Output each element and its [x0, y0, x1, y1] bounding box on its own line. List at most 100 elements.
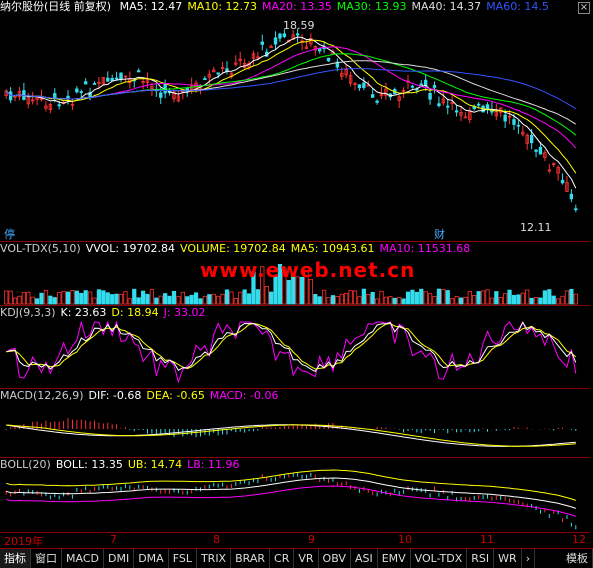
candle-body — [370, 94, 375, 98]
volume-bar — [12, 297, 18, 305]
macd-panel[interactable]: MACD(12,26,9) DIF: -0.68 DEA: -0.65 MACD: -… — [0, 388, 590, 457]
boll-legend-item: UB: 14.74 — [127, 458, 183, 471]
volume-bar — [560, 295, 565, 305]
volume-bar — [379, 290, 384, 305]
macd-legend-item: MACD: -0.06 — [209, 389, 279, 402]
candle-body — [410, 85, 415, 88]
volume-bar — [516, 294, 521, 305]
indicator-tab-bar[interactable]: 指标 窗口 MACD DMI DMA FSL TRIX BRAR CR VR OBV ASI EMV VO… — [0, 548, 593, 568]
volume-bar — [533, 297, 539, 305]
boll-legend-item: LB: 11.96 — [187, 458, 240, 471]
candle-body — [273, 37, 278, 45]
tab-wr[interactable]: WR — [494, 549, 522, 568]
candle-body — [529, 135, 534, 144]
volume-bar — [65, 291, 71, 305]
price-panel[interactable]: 纳尔股份(日线 前复权) MA5: 12.47 MA10: 12.73 MA20: … — [0, 0, 590, 242]
volume-bar — [556, 298, 561, 305]
tab-dmi[interactable]: DMI — [104, 549, 135, 568]
tab-dma[interactable]: DMA — [134, 549, 169, 568]
volume-bar — [185, 296, 190, 305]
tab-macd[interactable]: MACD — [62, 549, 104, 568]
volume-bar — [246, 293, 252, 305]
financial-report-marker[interactable]: 财 — [434, 226, 445, 242]
date-axis-label: 8 — [213, 533, 220, 546]
candle-body — [432, 85, 437, 88]
volume-bar — [242, 289, 247, 305]
volume-bar — [322, 289, 327, 305]
candle-body — [66, 95, 70, 99]
candle-body — [503, 114, 507, 122]
tab-指标[interactable]: 指标 — [0, 549, 31, 568]
volume-bar — [207, 294, 212, 305]
kdj-legend-item: D: 18.94 — [111, 306, 159, 319]
candle-body — [79, 91, 83, 93]
tab-asi[interactable]: ASI — [351, 549, 378, 568]
tab-rsi[interactable]: RSI — [467, 549, 495, 568]
vol-legend-item: VVOL: 19702.84 — [85, 242, 176, 255]
kdj-panel[interactable]: KDJ(9,3,3) K: 23.63 D: 18.94 J: 33.02 — [0, 305, 590, 388]
volume-bar — [348, 290, 353, 305]
volume-bar — [330, 295, 336, 305]
volume-bar — [463, 296, 468, 305]
vol-legend-item: VOL-TDX(5,10) — [0, 242, 81, 255]
kdj-legend-item: J: 33.02 — [163, 306, 206, 319]
tab-more[interactable]: › — [522, 549, 536, 568]
tab-vol-tdx[interactable]: VOL-TDX — [411, 549, 468, 568]
tab-窗口[interactable]: 窗口 — [31, 549, 62, 568]
kdj-legend-item: KDJ(9,3,3) — [0, 306, 56, 319]
tab-emv[interactable]: EMV — [378, 549, 411, 568]
macd-legend: MACD(12,26,9) DIF: -0.68 DEA: -0.65 MACD: -… — [0, 389, 283, 403]
ma-line — [5, 36, 577, 189]
candle-body — [295, 33, 300, 36]
candle-body — [326, 57, 331, 62]
volume-bar — [313, 294, 318, 305]
close-panel-icon[interactable]: × — [578, 2, 590, 14]
volume-bar — [149, 289, 155, 305]
volume-bar — [503, 293, 508, 305]
tab-brar[interactable]: BRAR — [231, 549, 271, 568]
volume-bar — [189, 294, 194, 305]
volume-bar — [476, 291, 481, 305]
candle-body — [574, 208, 578, 211]
candle-body — [278, 33, 282, 39]
candle-body — [83, 81, 88, 85]
volume-bar — [140, 290, 146, 305]
watermark-text: www.eweb.net.cn — [200, 258, 416, 282]
tab-cr[interactable]: CR — [270, 549, 295, 568]
volume-bar — [335, 296, 340, 305]
ma-line — [5, 39, 577, 174]
tab-模板[interactable]: 模板 — [562, 549, 593, 568]
volume-bar — [458, 297, 464, 305]
ma-legend: MA5: 12.47 MA10: 12.73 MA20: 13.35 MA30: 13… — [120, 0, 554, 13]
tab-trix[interactable]: TRIX — [197, 549, 232, 568]
candle-body — [437, 103, 441, 107]
candlestick-chart[interactable] — [0, 0, 590, 240]
tab-fsl[interactable]: FSL — [169, 549, 197, 568]
boll-panel[interactable]: BOLL(20) BOLL: 13.35 UB: 14.74 LB: 11.96 — [0, 457, 590, 533]
volume-bar — [211, 293, 216, 305]
tab-vr[interactable]: VR — [294, 549, 319, 568]
volume-bar — [171, 290, 177, 305]
volume-bar — [352, 290, 358, 305]
boll-mid-line — [6, 477, 576, 509]
volume-bar — [52, 297, 57, 305]
suspension-marker[interactable]: 停 — [4, 226, 15, 242]
candle-body — [446, 105, 450, 108]
tab-obv[interactable]: OBV — [319, 549, 351, 568]
macd-legend-item: DIF: -0.68 — [88, 389, 142, 402]
volume-bar — [4, 290, 9, 305]
volume-bar — [110, 294, 115, 305]
volume-bar — [83, 290, 88, 305]
volume-bar — [118, 293, 124, 305]
boll-legend-item: BOLL(20) — [0, 458, 51, 471]
volume-bar — [87, 291, 93, 305]
date-axis-label: 12 — [572, 533, 586, 546]
volume-bar — [35, 298, 40, 305]
vol-legend-item: MA10: 11531.68 — [379, 242, 471, 255]
candle-body — [428, 93, 432, 100]
volume-bar — [136, 297, 141, 305]
volume-bar — [410, 289, 415, 305]
volume-bar — [101, 290, 106, 305]
volume-bar — [383, 296, 389, 305]
volume-bar — [123, 291, 128, 305]
